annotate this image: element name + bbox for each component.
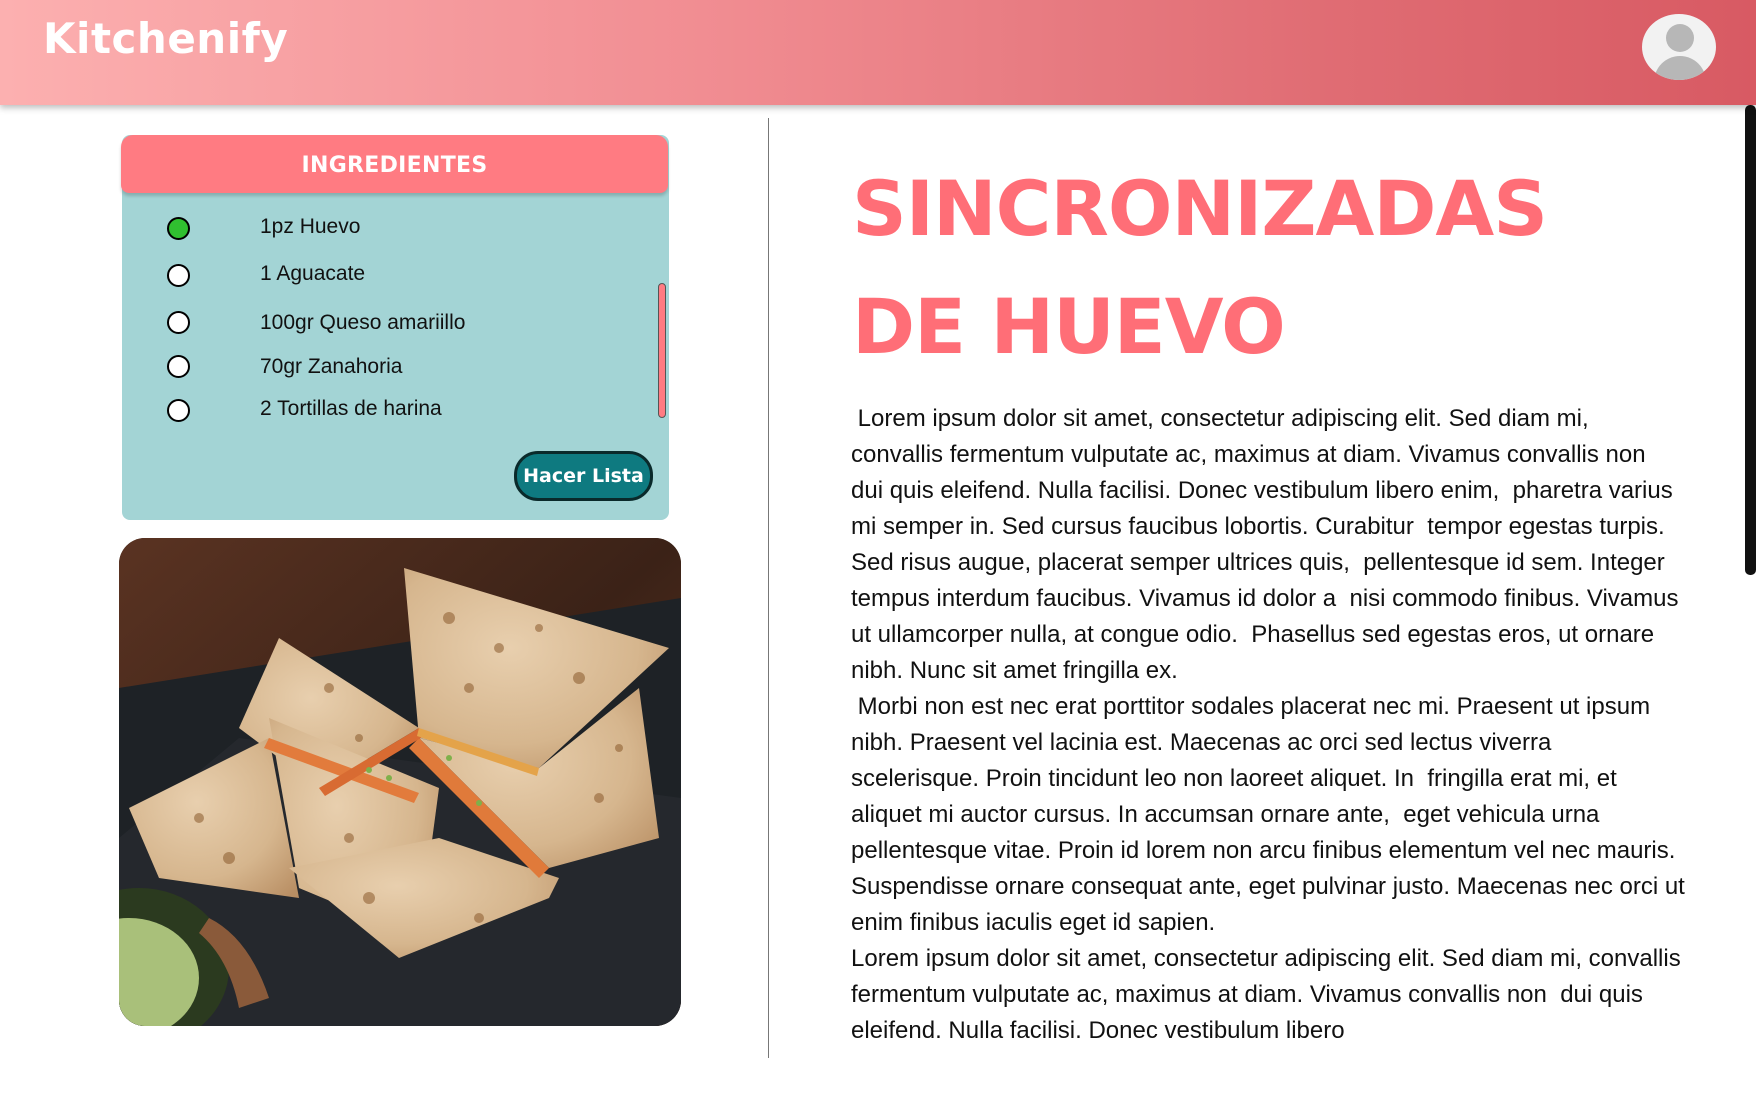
recipe-description: Lorem ipsum dolor sit amet, consectetur … [851,401,1686,1106]
ingredient-label: 2 Tortillas de harina [260,397,442,420]
quesadilla-image [119,538,681,1026]
radio-unchecked-icon[interactable] [167,355,190,378]
avatar-body-shape [1654,56,1706,80]
column-divider [768,118,769,1058]
radio-unchecked-icon[interactable] [167,264,190,287]
ingredient-item[interactable]: 100gr Queso amariillo [167,309,607,339]
ingredients-header: INGREDIENTES [121,135,668,193]
user-avatar-icon[interactable] [1642,14,1716,80]
page-scrollbar-thumb[interactable] [1745,105,1756,575]
top-navigation-bar: Kitchenify [0,0,1756,105]
recipe-paragraph: Lorem ipsum dolor sit amet, consectetur … [851,405,1686,684]
ingredient-label: 1 Aguacate [260,262,366,285]
radio-checked-icon[interactable] [167,217,190,240]
ingredient-item[interactable]: 2 Tortillas de harina [167,397,607,427]
recipe-title: SINCRONIZADAS DE HUEVO [852,150,1702,386]
radio-unchecked-icon[interactable] [167,311,190,334]
ingredient-item[interactable]: 70gr Zanahoria [167,353,607,383]
ingredient-label: 1pz Huevo [260,215,361,238]
recipe-photo [119,538,681,1026]
ingredient-label: 70gr Zanahoria [260,355,403,378]
recipe-title-line: SINCRONIZADAS [852,164,1548,253]
avatar-head-shape [1666,24,1694,52]
recipe-title-line: DE HUEVO [852,282,1286,371]
radio-unchecked-icon[interactable] [167,399,190,422]
recipe-paragraph: Lorem ipsum dolor sit amet, consectetur … [851,945,1681,1044]
ingredients-scrollbar[interactable] [658,283,666,418]
brand-logo[interactable]: Kitchenify [43,14,288,63]
recipe-paragraph: Morbi non est nec erat porttitor sodales… [851,693,1685,936]
ingredient-item[interactable]: 1pz Huevo [167,215,607,245]
ingredient-label: 100gr Queso amariillo [260,311,466,334]
ingredient-item[interactable]: 1 Aguacate [167,262,607,292]
make-list-button[interactable]: Hacer Lista [514,451,653,501]
